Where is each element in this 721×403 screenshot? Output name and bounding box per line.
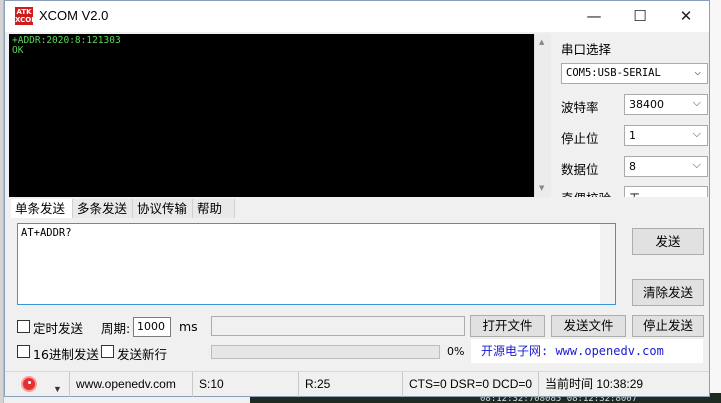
file-path-field[interactable] [211, 316, 465, 336]
xcom-window: ATK XCOM XCOM V2.0 — ☐ ✕ +ADDR:2020:8:121… [4, 0, 710, 397]
promo-banner[interactable]: 开源电子网: www.openedv.com [471, 339, 703, 363]
timed-send-checkbox[interactable] [17, 320, 30, 333]
receive-area[interactable]: +ADDR:2020:8:121303 OK [9, 34, 534, 197]
minimize-icon: — [586, 7, 602, 25]
status-current-time: 当前时间 10:38:29 [545, 377, 644, 391]
status-bar: ▼ www.openedv.com S:10 R:25 CTS=0 DSR=0 … [5, 371, 709, 397]
app-logo-icon: ATK XCOM [15, 7, 39, 25]
hex-send-label: 16进制发送 [33, 347, 99, 362]
data-bits-select[interactable]: 8 ⌵ [624, 156, 708, 177]
clear-send-button[interactable]: 清除发送 [632, 279, 704, 306]
status-received-count: R:25 [299, 372, 403, 397]
send-button[interactable]: 发送 [632, 228, 704, 255]
dropdown-arrow-icon[interactable]: ▼ [53, 377, 62, 401]
baud-label: 波特率 [561, 100, 599, 115]
scroll-down-icon[interactable]: ▼ [539, 184, 544, 192]
baud-value: 38400 [629, 98, 664, 111]
parity-value: 无 [629, 192, 640, 197]
send-scrollbar[interactable] [600, 224, 615, 304]
data-bits-value: 8 [629, 160, 636, 173]
maximize-button[interactable]: ☐ [617, 1, 663, 32]
chevron-down-icon: ⌵ [694, 65, 701, 78]
send-progress-bar [211, 345, 440, 359]
status-icon-cell[interactable]: ▼ [5, 372, 69, 397]
chevron-down-icon: ⌵ [692, 158, 701, 171]
period-label: 周期: [101, 321, 131, 336]
stop-bits-value: 1 [629, 129, 636, 142]
close-icon: ✕ [679, 7, 693, 25]
open-file-button[interactable]: 打开文件 [470, 315, 545, 337]
minimize-button[interactable]: — [571, 1, 617, 32]
title-bar: ATK XCOM XCOM V2.0 — ☐ ✕ [5, 1, 709, 32]
hex-send-checkbox[interactable] [17, 345, 30, 358]
send-mode-tabs: 单条发送 多条发送 协议传输 帮助 [11, 199, 235, 218]
record-icon[interactable] [21, 376, 37, 392]
parity-label: 奇偶校验 [561, 188, 611, 197]
newline-send-label: 发送新行 [117, 347, 168, 362]
window-title: XCOM V2.0 [39, 8, 109, 23]
send-input[interactable]: AT+ADDR? [17, 223, 616, 305]
period-input[interactable]: 1000 [133, 317, 171, 337]
port-select-label: 串口选择 [561, 42, 612, 57]
data-bits-label: 数据位 [561, 162, 599, 177]
baud-select[interactable]: 38400 ⌵ [624, 94, 708, 115]
receive-line: +ADDR:2020:8:121303 [12, 35, 121, 46]
stop-bits-select[interactable]: 1 ⌵ [624, 125, 708, 146]
chevron-down-icon: ⌵ [692, 96, 701, 109]
port-select[interactable]: COM5:USB-SERIAL ⌵ [561, 63, 708, 84]
parity-row-clip: 奇偶校验 无 [557, 185, 709, 197]
maximize-icon: ☐ [633, 7, 647, 25]
status-url[interactable]: www.openedv.com [69, 372, 193, 397]
timed-send-label: 定时发送 [33, 321, 84, 336]
tab-multi-send[interactable]: 多条发送 [73, 199, 133, 218]
port-value: COM5:USB-SERIAL [566, 67, 661, 79]
tab-protocol[interactable]: 协议传输 [133, 199, 193, 218]
stop-bits-label: 停止位 [561, 131, 599, 146]
close-button[interactable]: ✕ [663, 1, 709, 32]
parity-select[interactable]: 无 [624, 186, 708, 197]
receive-line: OK [12, 45, 24, 56]
tab-help[interactable]: 帮助 [193, 199, 235, 218]
desktop-background-right [710, 0, 721, 403]
period-unit: ms [179, 319, 198, 334]
stop-send-button[interactable]: 停止发送 [632, 315, 704, 337]
send-file-button[interactable]: 发送文件 [551, 315, 626, 337]
status-sent-count: S:10 [193, 372, 299, 397]
tab-single-send[interactable]: 单条发送 [11, 199, 73, 218]
progress-percent: 0% [447, 345, 465, 358]
newline-send-checkbox[interactable] [101, 345, 114, 358]
receive-scrollbar[interactable]: ▲ ▼ [534, 34, 551, 197]
status-line-signals: CTS=0 DSR=0 DCD=0 [403, 372, 539, 397]
scroll-up-icon[interactable]: ▲ [539, 38, 544, 46]
chevron-down-icon: ⌵ [692, 127, 701, 140]
